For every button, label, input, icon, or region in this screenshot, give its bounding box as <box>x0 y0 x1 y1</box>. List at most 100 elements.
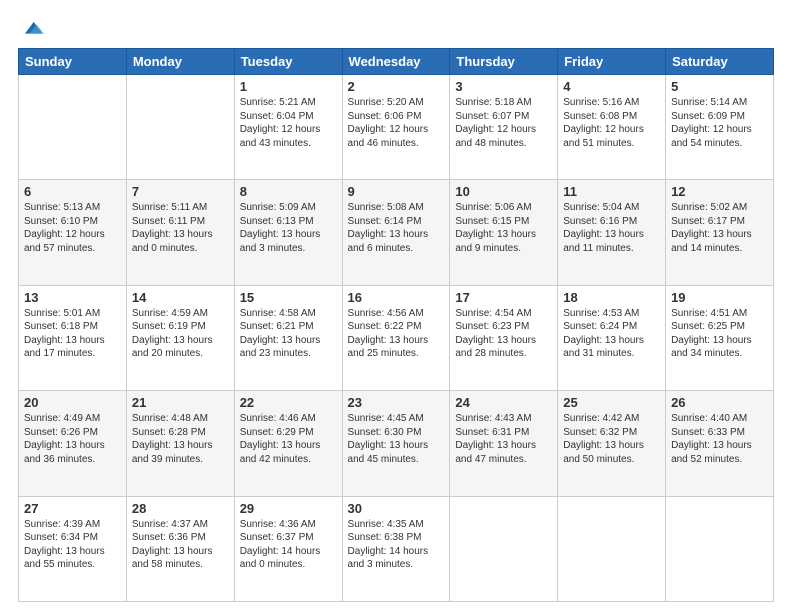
cell-info: Sunrise: 4:51 AM Sunset: 6:25 PM Dayligh… <box>671 307 768 361</box>
day-number: 26 <box>671 395 768 410</box>
calendar-cell <box>126 75 234 180</box>
week-row-5: 27 Sunrise: 4:39 AM Sunset: 6:34 PM Dayli… <box>19 496 774 601</box>
calendar-cell: 15 Sunrise: 4:58 AM Sunset: 6:21 PM Dayli… <box>234 285 342 390</box>
day-number: 6 <box>24 184 121 199</box>
week-row-4: 20Sunrise: 4:49 AM Sunset: 6:26 PM Dayli… <box>19 391 774 496</box>
calendar-cell: 4 Sunrise: 5:16 AM Sunset: 6:08 PM Daylig… <box>558 75 666 180</box>
cell-info: Sunrise: 5:20 AM Sunset: 6:06 PM Dayligh… <box>348 96 445 150</box>
cell-info: Sunrise: 5:06 AM Sunset: 6:15 PM Dayligh… <box>455 201 552 255</box>
day-number: 11 <box>563 184 660 199</box>
cell-info: Sunrise: 4:39 AM Sunset: 6:34 PM Dayligh… <box>24 518 121 572</box>
calendar-cell: 25 Sunrise: 4:42 AM Sunset: 6:32 PM Dayli… <box>558 391 666 496</box>
day-number: 5 <box>671 79 768 94</box>
calendar-cell <box>666 496 774 601</box>
calendar-cell: 6 Sunrise: 5:13 AM Sunset: 6:10 PM Daylig… <box>19 180 127 285</box>
day-number: 2 <box>348 79 445 94</box>
cell-info: Sunrise: 5:16 AM Sunset: 6:08 PM Dayligh… <box>563 96 660 150</box>
cell-info: Sunrise: 5:11 AM Sunset: 6:11 PM Dayligh… <box>132 201 229 255</box>
cell-info: Sunrise: 5:01 AM Sunset: 6:18 PM Dayligh… <box>24 307 121 361</box>
logo-icon <box>22 16 44 38</box>
day-number: 17 <box>455 290 552 305</box>
cell-info: Sunrise: 5:02 AM Sunset: 6:17 PM Dayligh… <box>671 201 768 255</box>
calendar-cell <box>19 75 127 180</box>
day-number: 15 <box>240 290 337 305</box>
weekday-header-thursday: Thursday <box>450 49 558 75</box>
cell-info: Sunrise: 5:21 AM Sunset: 6:04 PM Dayligh… <box>240 96 337 150</box>
calendar-cell: 3 Sunrise: 5:18 AM Sunset: 6:07 PM Daylig… <box>450 75 558 180</box>
calendar-cell: 16Sunrise: 4:56 AM Sunset: 6:22 PM Dayli… <box>342 285 450 390</box>
week-row-3: 13 Sunrise: 5:01 AM Sunset: 6:18 PM Dayli… <box>19 285 774 390</box>
day-number: 14 <box>132 290 229 305</box>
cell-info: Sunrise: 4:43 AM Sunset: 6:31 PM Dayligh… <box>455 412 552 466</box>
calendar-cell: 14 Sunrise: 4:59 AM Sunset: 6:19 PM Dayli… <box>126 285 234 390</box>
day-number: 24 <box>455 395 552 410</box>
calendar-cell: 17 Sunrise: 4:54 AM Sunset: 6:23 PM Dayli… <box>450 285 558 390</box>
day-number: 18 <box>563 290 660 305</box>
cell-info: Sunrise: 4:37 AM Sunset: 6:36 PM Dayligh… <box>132 518 229 572</box>
cell-info: Sunrise: 5:18 AM Sunset: 6:07 PM Dayligh… <box>455 96 552 150</box>
calendar: SundayMondayTuesdayWednesdayThursdayFrid… <box>18 48 774 602</box>
weekday-header-sunday: Sunday <box>19 49 127 75</box>
weekday-header-saturday: Saturday <box>666 49 774 75</box>
calendar-cell: 7 Sunrise: 5:11 AM Sunset: 6:11 PM Daylig… <box>126 180 234 285</box>
calendar-cell: 30 Sunrise: 4:35 AM Sunset: 6:38 PM Dayli… <box>342 496 450 601</box>
calendar-cell: 26 Sunrise: 4:40 AM Sunset: 6:33 PM Dayli… <box>666 391 774 496</box>
day-number: 10 <box>455 184 552 199</box>
calendar-cell: 12Sunrise: 5:02 AM Sunset: 6:17 PM Dayli… <box>666 180 774 285</box>
cell-info: Sunrise: 4:46 AM Sunset: 6:29 PM Dayligh… <box>240 412 337 466</box>
week-row-1: 1Sunrise: 5:21 AM Sunset: 6:04 PM Daylig… <box>19 75 774 180</box>
cell-info: Sunrise: 4:59 AM Sunset: 6:19 PM Dayligh… <box>132 307 229 361</box>
cell-info: Sunrise: 4:49 AM Sunset: 6:26 PM Dayligh… <box>24 412 121 466</box>
weekday-header-tuesday: Tuesday <box>234 49 342 75</box>
calendar-cell: 28 Sunrise: 4:37 AM Sunset: 6:36 PM Dayli… <box>126 496 234 601</box>
calendar-cell: 19 Sunrise: 4:51 AM Sunset: 6:25 PM Dayli… <box>666 285 774 390</box>
header <box>18 18 774 38</box>
weekday-header-row: SundayMondayTuesdayWednesdayThursdayFrid… <box>19 49 774 75</box>
calendar-cell: 11 Sunrise: 5:04 AM Sunset: 6:16 PM Dayli… <box>558 180 666 285</box>
cell-info: Sunrise: 4:42 AM Sunset: 6:32 PM Dayligh… <box>563 412 660 466</box>
day-number: 13 <box>24 290 121 305</box>
cell-info: Sunrise: 4:36 AM Sunset: 6:37 PM Dayligh… <box>240 518 337 572</box>
cell-info: Sunrise: 4:48 AM Sunset: 6:28 PM Dayligh… <box>132 412 229 466</box>
logo <box>18 18 44 38</box>
cell-info: Sunrise: 5:14 AM Sunset: 6:09 PM Dayligh… <box>671 96 768 150</box>
cell-info: Sunrise: 4:45 AM Sunset: 6:30 PM Dayligh… <box>348 412 445 466</box>
cell-info: Sunrise: 5:09 AM Sunset: 6:13 PM Dayligh… <box>240 201 337 255</box>
day-number: 8 <box>240 184 337 199</box>
cell-info: Sunrise: 5:13 AM Sunset: 6:10 PM Dayligh… <box>24 201 121 255</box>
cell-info: Sunrise: 5:04 AM Sunset: 6:16 PM Dayligh… <box>563 201 660 255</box>
calendar-cell: 13 Sunrise: 5:01 AM Sunset: 6:18 PM Dayli… <box>19 285 127 390</box>
weekday-header-wednesday: Wednesday <box>342 49 450 75</box>
day-number: 22 <box>240 395 337 410</box>
day-number: 19 <box>671 290 768 305</box>
week-row-2: 6 Sunrise: 5:13 AM Sunset: 6:10 PM Daylig… <box>19 180 774 285</box>
calendar-cell: 9 Sunrise: 5:08 AM Sunset: 6:14 PM Daylig… <box>342 180 450 285</box>
day-number: 30 <box>348 501 445 516</box>
cell-info: Sunrise: 4:56 AM Sunset: 6:22 PM Dayligh… <box>348 307 445 361</box>
cell-info: Sunrise: 4:58 AM Sunset: 6:21 PM Dayligh… <box>240 307 337 361</box>
calendar-cell: 20Sunrise: 4:49 AM Sunset: 6:26 PM Dayli… <box>19 391 127 496</box>
calendar-cell: 24 Sunrise: 4:43 AM Sunset: 6:31 PM Dayli… <box>450 391 558 496</box>
cell-info: Sunrise: 5:08 AM Sunset: 6:14 PM Dayligh… <box>348 201 445 255</box>
calendar-cell: 1Sunrise: 5:21 AM Sunset: 6:04 PM Daylig… <box>234 75 342 180</box>
page: SundayMondayTuesdayWednesdayThursdayFrid… <box>0 0 792 612</box>
cell-info: Sunrise: 4:35 AM Sunset: 6:38 PM Dayligh… <box>348 518 445 572</box>
day-number: 29 <box>240 501 337 516</box>
calendar-cell: 8 Sunrise: 5:09 AM Sunset: 6:13 PM Daylig… <box>234 180 342 285</box>
weekday-header-monday: Monday <box>126 49 234 75</box>
calendar-cell: 27 Sunrise: 4:39 AM Sunset: 6:34 PM Dayli… <box>19 496 127 601</box>
day-number: 28 <box>132 501 229 516</box>
cell-info: Sunrise: 4:40 AM Sunset: 6:33 PM Dayligh… <box>671 412 768 466</box>
day-number: 27 <box>24 501 121 516</box>
calendar-cell: 22 Sunrise: 4:46 AM Sunset: 6:29 PM Dayli… <box>234 391 342 496</box>
day-number: 7 <box>132 184 229 199</box>
calendar-cell <box>558 496 666 601</box>
calendar-cell: 23Sunrise: 4:45 AM Sunset: 6:30 PM Dayli… <box>342 391 450 496</box>
cell-info: Sunrise: 4:53 AM Sunset: 6:24 PM Dayligh… <box>563 307 660 361</box>
day-number: 9 <box>348 184 445 199</box>
calendar-cell <box>450 496 558 601</box>
day-number: 3 <box>455 79 552 94</box>
day-number: 25 <box>563 395 660 410</box>
day-number: 4 <box>563 79 660 94</box>
cell-info: Sunrise: 4:54 AM Sunset: 6:23 PM Dayligh… <box>455 307 552 361</box>
